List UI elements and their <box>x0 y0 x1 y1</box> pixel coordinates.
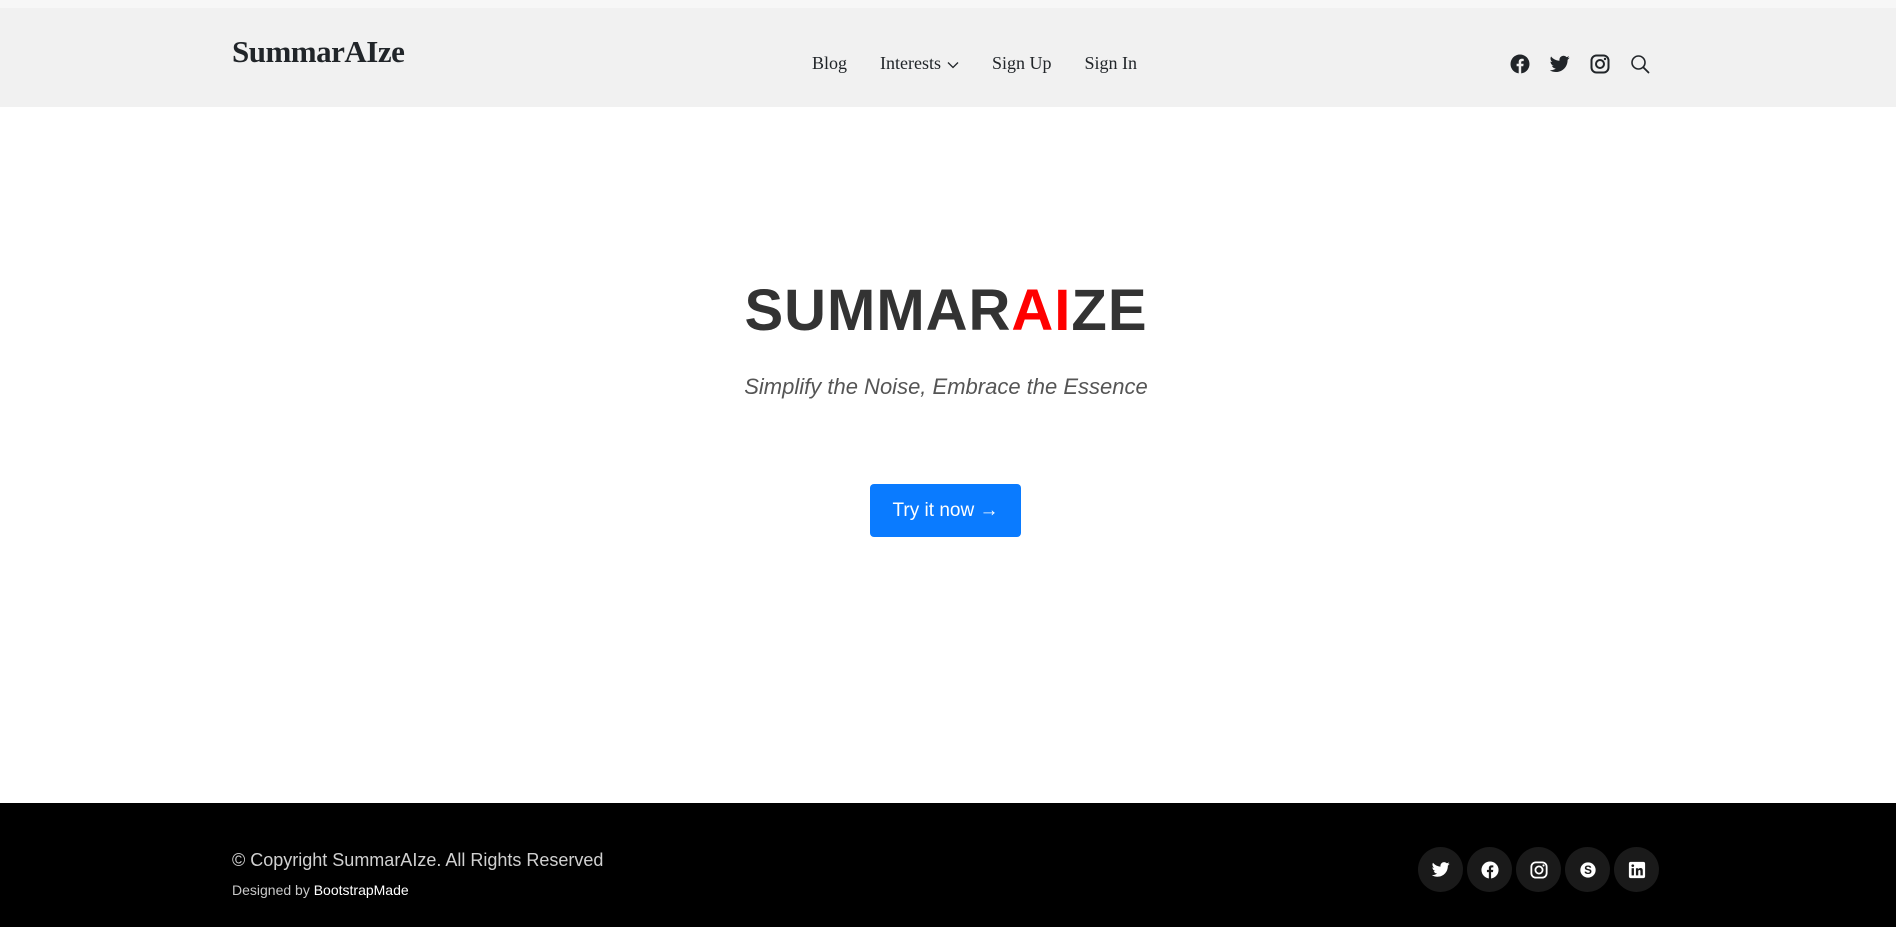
top-strip <box>0 0 1896 8</box>
hero-title-accent: AI <box>1011 278 1072 343</box>
site-header: SummarAIze Blog Interests Sign Up Sign I… <box>0 8 1896 107</box>
hero-title-suffix: ZE <box>1071 278 1148 343</box>
footer-social-icons: S <box>1418 847 1659 892</box>
nav-interests-label: Interests <box>880 52 941 73</box>
skype-icon[interactable]: S <box>1565 847 1610 892</box>
nav-blog[interactable]: Blog <box>812 53 847 74</box>
hero-title: SUMMARAIZE <box>0 276 1892 346</box>
svg-text:S: S <box>1584 864 1592 877</box>
header-social-icons <box>1509 53 1651 75</box>
chevron-down-icon <box>947 53 959 74</box>
search-icon[interactable] <box>1629 53 1651 75</box>
copyright-text: © Copyright SummarAIze. All Rights Reser… <box>232 850 604 870</box>
nav-sign-up[interactable]: Sign Up <box>992 53 1052 74</box>
site-logo[interactable]: SummarAIze <box>232 34 405 70</box>
hero-tagline: Simplify the Noise, Embrace the Essence <box>744 374 1148 399</box>
main-nav: Blog Interests Sign Up Sign In <box>812 48 1137 78</box>
nav-sign-in[interactable]: Sign In <box>1085 53 1138 74</box>
credits: Designed by BootstrapMade <box>232 882 409 898</box>
twitter-icon[interactable] <box>1418 847 1463 892</box>
nav-interests[interactable]: Interests <box>880 53 959 74</box>
instagram-icon[interactable] <box>1589 53 1611 75</box>
try-it-now-button[interactable]: Try it now → <box>870 484 1021 537</box>
credits-prefix: Designed by <box>232 882 310 898</box>
facebook-icon[interactable] <box>1467 847 1512 892</box>
instagram-icon[interactable] <box>1516 847 1561 892</box>
site-footer: © Copyright SummarAIze. All Rights Reser… <box>0 803 1896 927</box>
hero-title-prefix: SUMMAR <box>744 278 1012 343</box>
linkedin-icon[interactable] <box>1614 847 1659 892</box>
facebook-icon[interactable] <box>1509 53 1531 75</box>
bootstrapmade-link[interactable]: BootstrapMade <box>314 882 409 898</box>
twitter-icon[interactable] <box>1549 53 1571 75</box>
